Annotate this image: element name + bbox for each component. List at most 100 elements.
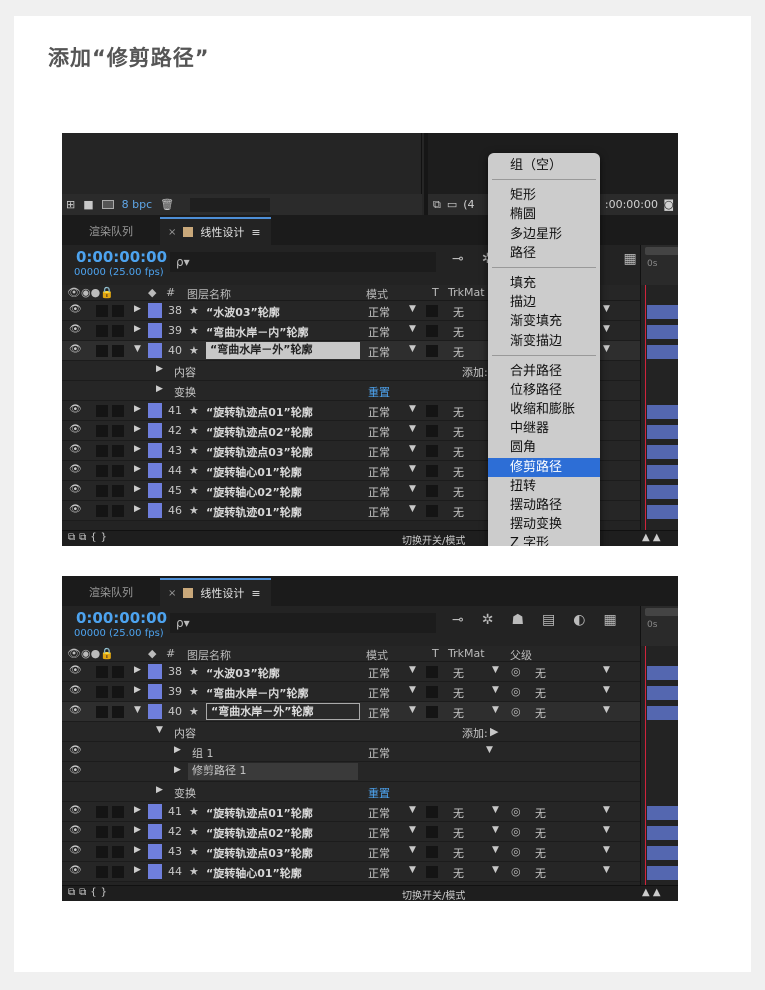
layer-name[interactable]: “弯曲水岸－外”轮廓	[206, 342, 360, 359]
solo-box[interactable]	[96, 485, 108, 497]
trkmat-select[interactable]: 无	[453, 404, 464, 420]
dropdown-icon[interactable]: ▼	[409, 424, 416, 434]
layer-bar[interactable]	[647, 826, 678, 840]
expand-icon[interactable]: ▶	[134, 504, 141, 514]
preserve-transparency-box[interactable]	[426, 345, 438, 357]
zoom-dropdown[interactable]: (4	[463, 198, 474, 211]
graph-editor-icon[interactable]: ▦	[603, 612, 616, 628]
eye-icon[interactable]: 👁	[69, 745, 82, 756]
viewer-snapshot-icon[interactable]: ⧉	[433, 198, 441, 212]
add-button[interactable]: 添加:	[462, 364, 488, 380]
property-row-contents[interactable]: ▼ 内容 添加: ▶	[62, 722, 640, 742]
layer-bar[interactable]	[647, 465, 678, 479]
menu-item[interactable]: 扭转	[488, 477, 600, 496]
layer-name[interactable]: “旋转轨迹点02”轮廓	[206, 424, 313, 440]
layer-bar[interactable]	[647, 485, 678, 499]
parent-select[interactable]: 无	[535, 805, 546, 821]
comp-flowchart-icon[interactable]: ⊸	[452, 612, 464, 628]
trkmat-select[interactable]: 无	[453, 324, 464, 340]
zoom-slider-icon[interactable]: ▲ ▲	[642, 887, 661, 898]
expand-icon[interactable]: ▶	[134, 444, 141, 454]
col-hash[interactable]: #	[166, 647, 175, 660]
menu-item[interactable]: 描边	[488, 293, 600, 312]
eye-icon[interactable]: 👁	[69, 825, 82, 836]
preserve-transparency-box[interactable]	[426, 706, 438, 718]
collapse-icon[interactable]: ▼	[156, 725, 163, 735]
eye-icon[interactable]: 👁	[69, 324, 82, 335]
trkmat-select[interactable]: 无	[453, 424, 464, 440]
layer-bar[interactable]	[647, 866, 678, 880]
label-color[interactable]	[148, 423, 162, 438]
menu-item[interactable]: 矩形	[488, 186, 600, 205]
lock-box[interactable]	[112, 505, 124, 517]
preserve-transparency-box[interactable]	[426, 305, 438, 317]
preserve-transparency-box[interactable]	[426, 505, 438, 517]
table-row-selected[interactable]: 👁 ▼ 40 ★ “弯曲水岸－外”轮廓 正常 ▼ 无 ▼ ◎ 无 ▼	[62, 702, 640, 722]
parent-select[interactable]: 无	[535, 685, 546, 701]
label-color[interactable]	[148, 503, 162, 518]
dropdown-icon[interactable]: ▼	[492, 845, 499, 855]
solo-box[interactable]	[96, 425, 108, 437]
frame-blending-icon[interactable]: ▤	[542, 612, 555, 628]
lock-box[interactable]	[112, 405, 124, 417]
trkmat-select[interactable]: 无	[453, 484, 464, 500]
dropdown-icon[interactable]: ▼	[409, 845, 416, 855]
label-color[interactable]	[148, 403, 162, 418]
lock-box[interactable]	[112, 305, 124, 317]
dropdown-icon[interactable]: ▼	[492, 665, 499, 675]
parent-select[interactable]: 无	[535, 825, 546, 841]
mode-select[interactable]: 正常	[368, 685, 390, 701]
reset-link[interactable]: 重置	[368, 384, 390, 400]
expand-icon[interactable]: ▶	[134, 404, 141, 414]
dropdown-icon[interactable]: ▼	[603, 705, 610, 715]
preserve-transparency-box[interactable]	[426, 806, 438, 818]
dropdown-icon[interactable]: ▼	[409, 344, 416, 354]
solo-box[interactable]	[96, 325, 108, 337]
dropdown-icon[interactable]: ▼	[603, 685, 610, 695]
menu-item[interactable]: 收缩和膨胀	[488, 400, 600, 419]
lock-box[interactable]	[112, 425, 124, 437]
label-color[interactable]	[148, 864, 162, 879]
mode-select[interactable]: 正常	[368, 344, 390, 360]
menu-item[interactable]: 中继器	[488, 419, 600, 438]
toggle-switches-modes[interactable]: 切换开关/模式	[402, 532, 465, 546]
label-color[interactable]	[148, 704, 162, 719]
shy-layers-icon[interactable]: ☗	[511, 612, 524, 628]
expand-icon[interactable]: ▶	[156, 384, 163, 394]
keyframe-marker[interactable]: I	[644, 726, 647, 737]
solo-box[interactable]	[96, 706, 108, 718]
dropdown-icon[interactable]: ▼	[409, 665, 416, 675]
table-row[interactable]: 👁 ▶ 41 ★ “旋转轨迹点01”轮廓 正常 ▼ 无 ▼ ◎ 无 ▼	[62, 802, 640, 822]
lock-box[interactable]	[112, 686, 124, 698]
playhead[interactable]	[645, 285, 646, 530]
preserve-transparency-box[interactable]	[426, 826, 438, 838]
label-color[interactable]	[148, 684, 162, 699]
dropdown-icon[interactable]: ▼	[409, 685, 416, 695]
table-row[interactable]: 👁 ▶ 43 ★ “旋转轨迹点03”轮廓 正常 ▼ 无 ▼ ◎ 无 ▼	[62, 842, 640, 862]
layer-bar[interactable]	[647, 666, 678, 680]
monitor-icon[interactable]: ▭	[447, 198, 457, 211]
menu-item[interactable]: 圆角	[488, 438, 600, 457]
trim-paths-label[interactable]: 修剪路径 1	[188, 763, 358, 780]
expand-icon[interactable]: ▶	[134, 865, 141, 875]
dropdown-icon[interactable]: ▼	[492, 825, 499, 835]
collapse-icon[interactable]: ▼	[134, 344, 141, 354]
layer-bar[interactable]	[647, 445, 678, 459]
mode-select[interactable]: 正常	[368, 665, 390, 681]
label-color[interactable]	[148, 804, 162, 819]
time-ruler[interactable]: 0s	[640, 245, 678, 285]
layer-name[interactable]: “旋转轴心02”轮廓	[206, 484, 302, 500]
expand-icon[interactable]: ▶	[134, 484, 141, 494]
eye-icon[interactable]: 👁	[69, 865, 82, 876]
solo-box[interactable]	[96, 465, 108, 477]
preserve-transparency-box[interactable]	[426, 686, 438, 698]
label-color[interactable]	[148, 483, 162, 498]
expand-icon[interactable]: ▶	[134, 304, 141, 314]
table-row[interactable]: 👁 ▶ 44 ★ “旋转轴心01”轮廓 正常 ▼ 无 ▼ ◎ 无 ▼	[62, 862, 640, 882]
collapse-icon[interactable]: ▼	[134, 705, 141, 715]
time-ruler[interactable]: 0s	[640, 606, 678, 646]
work-area-bar[interactable]	[645, 247, 678, 255]
solo-box[interactable]	[96, 445, 108, 457]
folder-icon[interactable]: ■	[83, 198, 93, 211]
expand-icon[interactable]: ▶	[134, 665, 141, 675]
